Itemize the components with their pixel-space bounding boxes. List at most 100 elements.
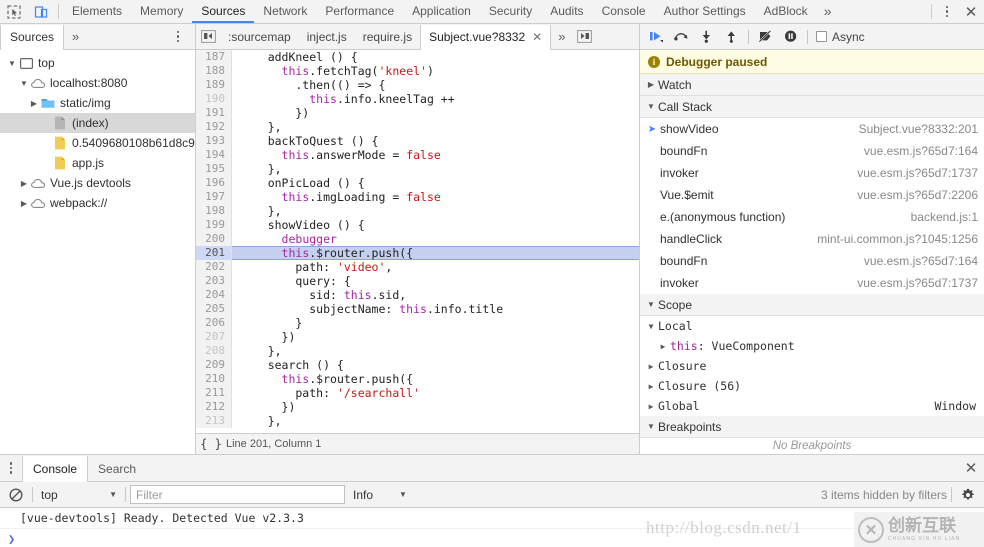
code-line[interactable]: 196 onPicLoad () { [196,176,639,190]
chevron-right-icon[interactable]: ▶ [644,80,658,89]
line-number[interactable]: 213 [196,414,232,428]
tab-memory[interactable]: Memory [131,0,192,23]
call-stack-frame[interactable]: boundFn vue.esm.js?65d7:164 [640,250,984,272]
call-stack-frame[interactable]: Vue.$emit vue.esm.js?65d7:2206 [640,184,984,206]
drawer-kebab-menu-icon[interactable] [0,462,22,474]
call-stack-frame[interactable]: handleClick mint-ui.common.js?1045:1256 [640,228,984,250]
line-number[interactable]: 198 [196,204,232,218]
more-tabs-button[interactable]: » [817,0,839,23]
line-number[interactable]: 190 [196,92,232,106]
scope-entry[interactable]: ▼ Local [640,316,984,336]
tree-item-webpack[interactable]: ▶ webpack:// [0,193,195,213]
gear-icon[interactable] [956,485,980,505]
frame-location[interactable]: vue.esm.js?65d7:1737 [857,166,984,180]
code-line[interactable]: 190 this.info.kneelTag ++ [196,92,639,106]
frame-location[interactable]: vue.esm.js?65d7:2206 [857,188,984,202]
code-line[interactable]: 201 this.$router.push({ [196,246,639,260]
console-output[interactable]: [vue-devtools] Ready. Detected Vue v2.3.… [0,508,984,547]
chevron-down-icon[interactable]: ▼ [6,59,18,68]
line-number[interactable]: 201 [196,246,232,260]
code-line[interactable]: 205 subjectName: this.info.title [196,302,639,316]
editor-tab-subject-vue[interactable]: Subject.vue?8332 ✕ [420,24,552,50]
drawer-tab-console[interactable]: Console [22,455,89,482]
console-filter-input[interactable]: Filter [130,485,345,504]
code-line[interactable]: 194 this.answerMode = false [196,148,639,162]
line-number[interactable]: 203 [196,274,232,288]
tree-item-chunk-script[interactable]: ▶ 0.5409680108b61d8c956 [0,133,195,153]
frame-location[interactable]: vue.esm.js?65d7:1737 [857,276,984,290]
deactivate-breakpoints-icon[interactable] [753,26,778,48]
console-prompt[interactable]: ❯ [0,529,984,547]
tab-audits[interactable]: Audits [541,0,592,23]
chevron-down-icon[interactable]: ▼ [399,490,407,499]
code-line[interactable]: 202 path: 'video', [196,260,639,274]
code-line[interactable]: 187 addKneel () { [196,50,639,64]
chevron-down-icon[interactable]: ▼ [109,490,117,499]
line-number[interactable]: 187 [196,50,232,64]
code-line[interactable]: 209 search () { [196,358,639,372]
call-stack-frame[interactable]: boundFn vue.esm.js?65d7:164 [640,140,984,162]
line-number[interactable]: 212 [196,400,232,414]
code-line[interactable]: 189 .then(() => { [196,78,639,92]
code-line[interactable]: 200 debugger [196,232,639,246]
line-number[interactable]: 208 [196,344,232,358]
pretty-print-button[interactable]: { } [196,437,226,451]
navigator-more-button[interactable]: » [64,29,87,44]
chevron-right-icon[interactable]: ▶ [644,402,658,411]
line-number[interactable]: 204 [196,288,232,302]
code-line[interactable]: 208 }, [196,344,639,358]
step-into-icon[interactable] [694,26,719,48]
resume-icon[interactable] [644,26,669,48]
scope-entry[interactable]: ▶ Closure [640,356,984,376]
chevron-right-icon[interactable]: ▶ [644,382,658,391]
chevron-down-icon[interactable]: ▼ [644,102,658,111]
drawer-close-icon[interactable]: ✕ [958,459,984,477]
chevron-right-icon[interactable]: ▶ [18,179,30,188]
clear-console-icon[interactable] [4,485,28,505]
tab-sources[interactable]: Sources [192,0,255,23]
chevron-right-icon[interactable]: ▶ [28,99,40,108]
code-line[interactable]: 197 this.imgLoading = false [196,190,639,204]
frame-location[interactable]: vue.esm.js?65d7:164 [864,144,984,158]
editor-more-tabs-button[interactable]: » [551,29,572,44]
chevron-down-icon[interactable]: ▼ [644,422,658,431]
watch-section-header[interactable]: ▶ Watch [640,74,984,96]
editor-tab-inject-js[interactable]: inject.js [299,25,355,50]
chevron-down-icon[interactable]: ▼ [18,79,30,88]
line-number[interactable]: 207 [196,330,232,344]
code-line[interactable]: 199 showVideo () { [196,218,639,232]
line-number[interactable]: 200 [196,232,232,246]
line-number[interactable]: 194 [196,148,232,162]
drawer-tab-search[interactable]: Search [88,456,146,482]
tab-security[interactable]: Security [480,0,541,23]
code-line[interactable]: 188 this.fetchTag('kneel') [196,64,639,78]
chevron-right-icon[interactable]: ▶ [656,342,670,351]
device-toolbar-icon[interactable] [27,0,54,23]
breakpoints-section-header[interactable]: ▼ Breakpoints [640,416,984,438]
chevron-right-icon[interactable]: ▶ [644,362,658,371]
tab-network[interactable]: Network [254,0,316,23]
line-number[interactable]: 197 [196,190,232,204]
navigator-tab-sources[interactable]: Sources [0,24,65,50]
frame-location[interactable]: backend.js:1 [911,210,984,224]
tree-item-vue-devtools[interactable]: ▶ Vue.js devtools [0,173,195,193]
code-line[interactable]: 203 query: { [196,274,639,288]
code-line[interactable]: 192 }, [196,120,639,134]
code-viewer[interactable]: 187 addKneel () {188 this.fetchTag('knee… [196,50,639,433]
tree-item-static-img[interactable]: ▶ static/img [0,93,195,113]
line-number[interactable]: 209 [196,358,232,372]
console-level-select[interactable]: Info ▼ [349,485,411,504]
line-number[interactable]: 202 [196,260,232,274]
scope-entry[interactable]: ▶ Closure (56) [640,376,984,396]
async-checkbox[interactable]: Async [816,30,865,44]
call-stack-frame[interactable]: e.(anonymous function) backend.js:1 [640,206,984,228]
scope-entry[interactable]: ▶ Global Window [640,396,984,416]
checkbox-box[interactable] [816,31,827,42]
tab-elements[interactable]: Elements [63,0,131,23]
call-stack-section-header[interactable]: ▼ Call Stack [640,96,984,118]
scope-section-header[interactable]: ▼ Scope [640,294,984,316]
tab-application[interactable]: Application [403,0,480,23]
frame-location[interactable]: vue.esm.js?65d7:164 [864,254,984,268]
chevron-down-icon[interactable]: ▼ [644,300,658,309]
navigator-kebab-menu-icon[interactable] [167,30,189,43]
